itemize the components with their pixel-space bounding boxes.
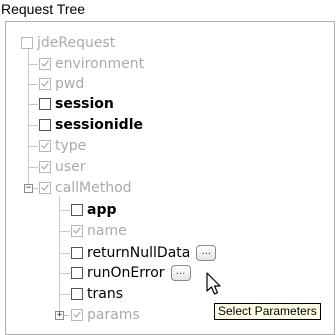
pwd-checkbox[interactable] [39, 78, 51, 90]
environment-label: environment [55, 56, 145, 72]
params-checkbox[interactable] [71, 309, 83, 321]
tree-node-runonerror[interactable]: runOnError ... [71, 263, 191, 283]
mouse-pointer-icon [206, 272, 221, 295]
session-checkbox[interactable] [39, 98, 51, 110]
tree-node-sessionidle[interactable]: sessionidle [39, 115, 143, 135]
params-expand-icon[interactable]: + [55, 311, 64, 320]
params-label: params [87, 307, 140, 323]
trans-label: trans [87, 286, 123, 302]
session-label: session [55, 96, 114, 112]
tree-node-user[interactable]: user [39, 157, 86, 177]
returnnulldata-params-button[interactable]: ... [196, 245, 217, 261]
root-label: jdeRequest [37, 35, 116, 51]
tree-node-returnnulldata[interactable]: returnNullData ... [71, 243, 217, 263]
user-label: user [55, 159, 86, 175]
runonerror-label: runOnError [87, 265, 165, 281]
tree-node-app[interactable]: app [71, 200, 117, 220]
name-checkbox[interactable] [71, 225, 83, 237]
tree-node-params[interactable]: params [71, 305, 140, 325]
root-checkbox[interactable] [21, 37, 33, 49]
tooltip: Select Parameters [214, 303, 321, 320]
pwd-label: pwd [55, 76, 85, 92]
returnnulldata-checkbox[interactable] [71, 247, 83, 259]
sessionidle-label: sessionidle [55, 117, 143, 133]
trans-checkbox[interactable] [71, 288, 83, 300]
tree-node-session[interactable]: session [39, 94, 114, 114]
tree-node-pwd[interactable]: pwd [39, 74, 84, 94]
sessionidle-checkbox[interactable] [39, 119, 51, 131]
runonerror-params-button[interactable]: ... [170, 265, 191, 281]
tree-node-environment[interactable]: environment [39, 54, 144, 74]
tree-node-name[interactable]: name [71, 221, 127, 241]
type-label: type [55, 138, 87, 154]
callmethod-label: callMethod [55, 180, 132, 196]
user-checkbox[interactable] [39, 161, 51, 173]
app-checkbox[interactable] [71, 204, 83, 216]
type-checkbox[interactable] [39, 140, 51, 152]
tree-node-trans[interactable]: trans [71, 284, 123, 304]
name-label: name [87, 223, 127, 239]
environment-checkbox[interactable] [39, 58, 51, 70]
callmethod-checkbox[interactable] [39, 182, 51, 194]
tree-node-type[interactable]: type [39, 136, 86, 156]
runonerror-checkbox[interactable] [71, 267, 83, 279]
callmethod-collapse-icon[interactable]: − [24, 184, 33, 193]
returnnulldata-label: returnNullData [87, 245, 191, 261]
tree-node-callmethod[interactable]: callMethod [39, 178, 132, 198]
tree-node-root[interactable]: jdeRequest [21, 33, 115, 53]
app-label: app [87, 202, 117, 218]
